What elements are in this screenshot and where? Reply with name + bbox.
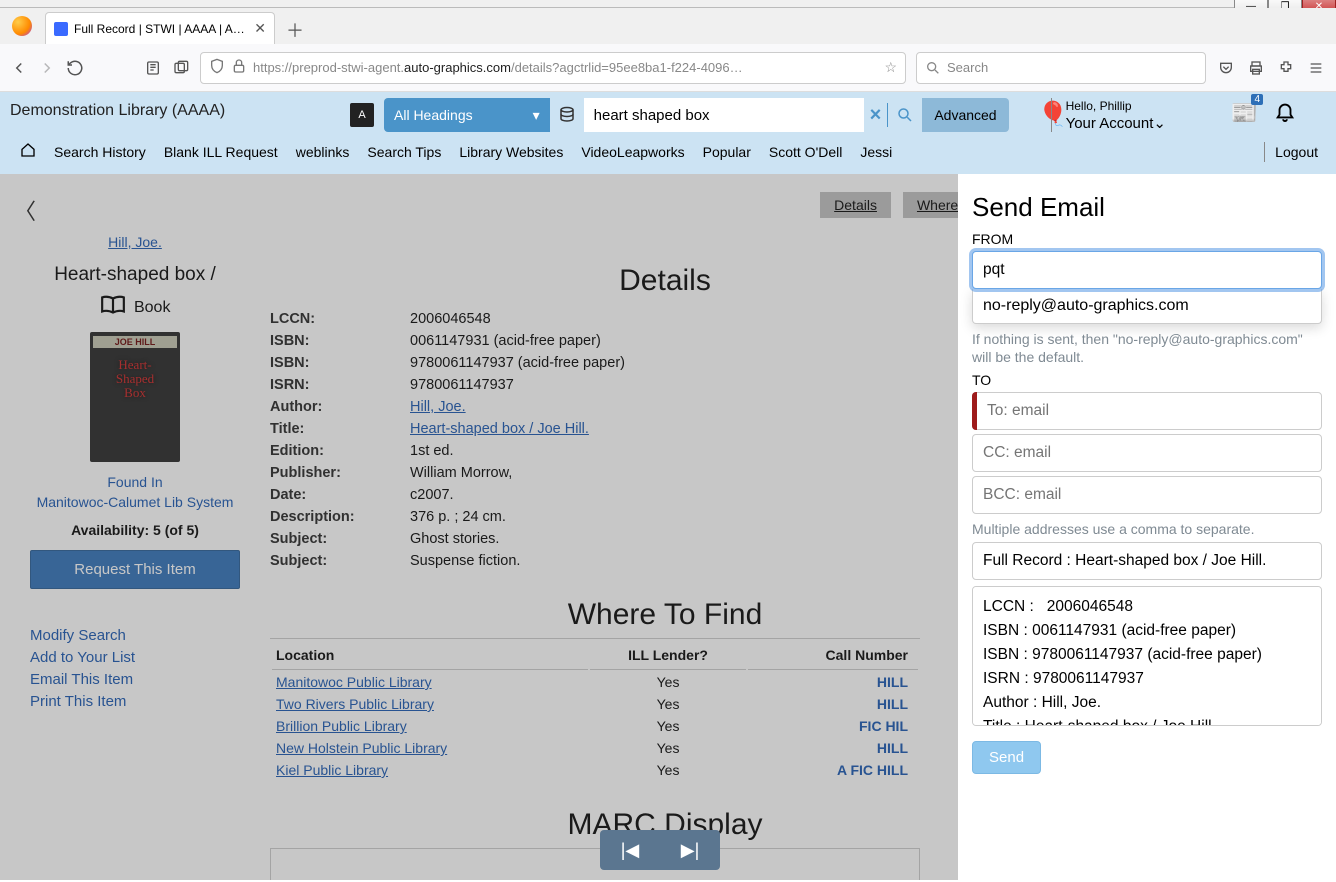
new-tab-button[interactable]: ＋ [281, 16, 309, 44]
url-domain: auto-graphics.com [404, 60, 511, 75]
magnifier-icon [925, 60, 941, 76]
send-button[interactable]: Send [972, 741, 1041, 774]
tracking-shield-icon[interactable] [209, 58, 225, 77]
extensions-icon[interactable] [1276, 60, 1296, 76]
advanced-search-button[interactable]: Advanced [922, 98, 1008, 132]
search-placeholder: Search [947, 60, 988, 75]
tab-favicon-icon [54, 22, 68, 36]
home-icon[interactable] [20, 142, 36, 162]
url-pre: https://preprod-stwi-agent. [253, 60, 404, 75]
hello-text: Hello, Phillip [1066, 98, 1166, 115]
screenshot-icon[interactable] [172, 60, 190, 76]
bell-icon[interactable] [1274, 100, 1296, 128]
app-root: Demonstration Library (AAAA) A All Headi… [0, 92, 1336, 882]
nav-link[interactable]: Search Tips [367, 144, 441, 160]
body-textarea[interactable] [972, 586, 1322, 726]
bookmark-star-icon[interactable]: ☆ [884, 59, 897, 76]
search-logo-icon: A [350, 103, 374, 127]
email-panel-title: Send Email [972, 192, 1322, 223]
nav-link[interactable]: Library Websites [459, 144, 563, 160]
heading-select[interactable]: All Headings ▾ [384, 98, 550, 132]
to-label: TO [972, 372, 1322, 388]
lock-icon[interactable] [231, 58, 247, 77]
search-cluster: A All Headings ▾ × Advanced [350, 98, 1009, 132]
subject-input[interactable] [972, 542, 1322, 580]
app-header: Demonstration Library (AAAA) A All Headi… [0, 92, 1336, 174]
browser-searchbar[interactable]: Search [916, 52, 1206, 84]
pocket-icon[interactable] [1216, 60, 1236, 76]
from-autocomplete-option[interactable]: no-reply@auto-graphics.com [972, 289, 1322, 324]
cc-input[interactable] [972, 434, 1322, 472]
header-nav: Search History Blank ILL Request weblink… [20, 142, 892, 162]
app-menu-icon[interactable] [1306, 60, 1326, 76]
nav-forward-button[interactable] [38, 59, 56, 77]
browser-tab-active[interactable]: Full Record | STWI | AAAA | Aut… ✕ [45, 12, 275, 44]
address-bar[interactable]: https://preprod-stwi-agent.auto-graphics… [200, 52, 906, 84]
nav-reload-button[interactable] [66, 59, 84, 77]
main-search-input[interactable] [584, 98, 864, 132]
chevron-down-icon: ⌄ [1153, 115, 1166, 132]
reader-mode-icon[interactable] [144, 60, 162, 76]
search-submit-icon[interactable] [888, 106, 922, 124]
firefox-logo-icon [12, 16, 32, 36]
nav-link[interactable]: Jessi [860, 144, 892, 160]
nav-link[interactable]: Search History [54, 144, 146, 160]
from-input[interactable] [972, 251, 1322, 289]
url-post: /details?agctrlid=95ee8ba1-f224-4096… [511, 60, 743, 75]
multi-addr-help: Multiple addresses use a comma to separa… [972, 520, 1322, 538]
record-content: 〈 Details Where To Find MARC Display Mor… [0, 174, 1336, 880]
nav-link[interactable]: weblinks [296, 144, 350, 160]
send-email-panel: Send Email FROM no-reply@auto-graphics.c… [958, 174, 1336, 880]
chevron-down-icon: ▾ [533, 107, 540, 124]
search-clear-icon[interactable]: × [864, 104, 888, 127]
browser-tabstrip: Full Record | STWI | AAAA | Aut… ✕ ＋ [0, 8, 1336, 44]
window-titlebar: — ❐ ✕ [0, 0, 1336, 8]
database-icon[interactable] [550, 106, 584, 124]
to-input[interactable] [972, 392, 1322, 430]
nav-link[interactable]: VideoLeapworks [581, 144, 684, 160]
user-account-block[interactable]: Hello, Phillip Your Account⌄ [1051, 98, 1166, 132]
library-name: Demonstration Library (AAAA) [10, 102, 225, 120]
nav-back-button[interactable] [10, 59, 28, 77]
nav-link[interactable]: Popular [703, 144, 751, 160]
nav-link[interactable]: Blank ILL Request [164, 144, 278, 160]
browser-toolbar: https://preprod-stwi-agent.auto-graphics… [0, 44, 1336, 92]
tab-title: Full Record | STWI | AAAA | Aut… [74, 22, 248, 36]
pager-next-button[interactable]: ▶| [660, 830, 720, 870]
from-label: FROM [972, 231, 1322, 247]
to-required-indicator [972, 392, 977, 430]
record-pager: |◀ ▶| [600, 830, 720, 870]
heading-select-label: All Headings [394, 107, 473, 123]
print-icon[interactable] [1246, 60, 1266, 76]
news-count-badge: 4 [1251, 94, 1263, 105]
url-text: https://preprod-stwi-agent.auto-graphics… [253, 60, 878, 75]
logout-link[interactable]: Logout [1264, 142, 1318, 162]
bcc-input[interactable] [972, 476, 1322, 514]
pager-first-button[interactable]: |◀ [600, 830, 660, 870]
nav-link[interactable]: Scott O'Dell [769, 144, 842, 160]
your-account-label: Your Account [1066, 115, 1154, 132]
from-help-text: If nothing is sent, then "no-reply@auto-… [972, 330, 1322, 366]
tab-close-icon[interactable]: ✕ [254, 20, 266, 37]
